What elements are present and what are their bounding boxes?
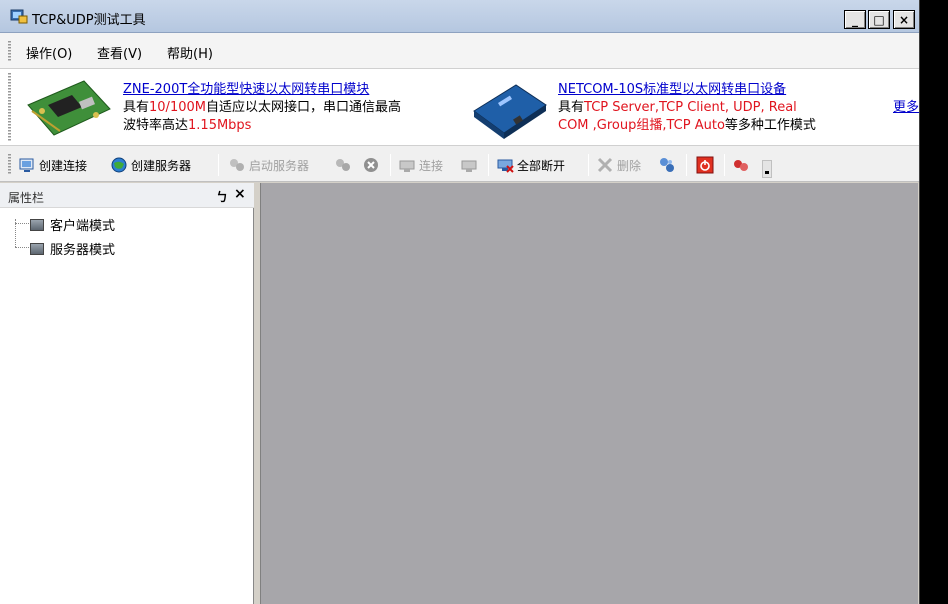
ad1-line2-highlight: 1.15Mbps [188, 118, 252, 133]
delete-icon [597, 157, 613, 173]
connect-label: 连接 [419, 158, 444, 173]
toolbar-grip[interactable] [8, 154, 11, 174]
ad1-line1-highlight: 10/100M [149, 100, 206, 115]
create-connection-button[interactable]: 创建连接 [18, 155, 87, 175]
disconnect-all-button[interactable]: 全部断开 [496, 155, 565, 175]
title-bar[interactable]: TCP&UDP测试工具 _ □ × [0, 0, 919, 33]
tree-node-label: 服务器模式 [50, 243, 116, 258]
pin-icon[interactable]: ㄅ [216, 188, 228, 205]
stop-server-icon[interactable] [334, 156, 352, 174]
mdi-content-area[interactable] [260, 183, 918, 604]
minimize-button[interactable]: _ [844, 10, 866, 29]
ad-banner: ZNE-200T全功能型快速以太网转串口模块 具有10/100M自适应以太网接口… [0, 69, 919, 146]
start-server-button[interactable]: 启动服务器 [228, 155, 309, 175]
toolbar-separator [488, 154, 489, 176]
create-server-button[interactable]: 创建服务器 [110, 155, 191, 175]
ad1-line2-prefix: 波特率高达 [123, 118, 189, 133]
ad2-line2-suffix: 等多种工作模式 [724, 118, 816, 133]
app-window: TCP&UDP测试工具 _ □ × 操作(O) 查看(V) 帮助(H) ZNE-… [0, 0, 920, 604]
close-circle-icon[interactable] [362, 156, 380, 174]
connect-button[interactable]: 连接 [398, 155, 443, 175]
menu-view[interactable]: 查看(V) [95, 43, 144, 62]
delete-button[interactable]: 删除 [596, 155, 641, 175]
tree-node-client-mode[interactable]: 客户端模式 [14, 215, 115, 234]
start-server-icon [230, 159, 244, 171]
connect-icon [399, 160, 415, 172]
ad1-link[interactable]: ZNE-200T全功能型快速以太网转串口模块 [123, 82, 369, 97]
properties-close-icon[interactable]: × [234, 186, 246, 202]
properties-title: 属性栏 [8, 191, 45, 205]
tree-node-server-mode[interactable]: 服务器模式 [14, 239, 115, 258]
ad1-line1-prefix: 具有 [123, 100, 150, 115]
properties-pane: 属性栏 ㄅ × 客户端模式 服务器模式 [0, 183, 254, 604]
ad2-line1-highlight: TCP Server,TCP Client, UDP, Real [584, 100, 797, 115]
toolbar: 创建连接 创建服务器 启动服务器 连接 全部断开 删除 [0, 146, 919, 182]
create-server-label: 创建服务器 [131, 158, 192, 173]
menu-bar: 操作(O) 查看(V) 帮助(H) [0, 33, 919, 69]
toolbar-overflow-chevron[interactable] [762, 160, 772, 178]
start-server-label: 启动服务器 [249, 158, 310, 173]
disconnect-all-icon [497, 159, 514, 173]
toolbar-separator [588, 154, 589, 176]
computer-icon [30, 218, 44, 231]
create-connection-label: 创建连接 [39, 158, 88, 173]
globe-server-icon [111, 157, 127, 173]
screen-background [920, 0, 948, 604]
window-title: TCP&UDP测试工具 [32, 13, 146, 28]
circuit-board-image[interactable] [20, 75, 114, 141]
close-button[interactable]: × [893, 10, 915, 29]
disconnect-icon[interactable] [460, 156, 478, 174]
delete-label: 删除 [617, 158, 642, 173]
maximize-button[interactable]: □ [868, 10, 890, 29]
toolbar-separator [686, 154, 687, 176]
power-icon[interactable] [696, 156, 714, 174]
menu-grip[interactable] [8, 41, 11, 61]
computer-icon [30, 242, 44, 255]
ad2-link[interactable]: NETCOM-10S标准型以太网转串口设备 [558, 82, 786, 97]
ad2-text: NETCOM-10S标准型以太网转串口设备 具有TCP Server,TCP C… [558, 81, 816, 135]
serial-server-device-image[interactable] [470, 75, 550, 141]
ad2-line2-highlight: COM ,Group组播,TCP Auto [558, 118, 725, 133]
ad2-line1-prefix: 具有 [558, 100, 585, 115]
menu-operate[interactable]: 操作(O) [24, 43, 74, 62]
menu-help[interactable]: 帮助(H) [165, 43, 215, 62]
help-icon[interactable] [732, 156, 750, 174]
toolbar-separator [724, 154, 725, 176]
disconnect-all-label: 全部断开 [517, 158, 566, 173]
ad1-line1-suffix: 自适应以太网接口，串口通信最高 [205, 100, 401, 115]
toolbar-separator [218, 154, 219, 176]
banner-grip[interactable] [8, 73, 11, 141]
ad1-text: ZNE-200T全功能型快速以太网转串口模块 具有10/100M自适应以太网接口… [123, 81, 401, 135]
tree-node-label: 客户端模式 [50, 219, 116, 234]
properties-header: 属性栏 ㄅ × [0, 183, 254, 208]
more-link[interactable]: 更多 [893, 99, 919, 117]
create-connection-icon [19, 158, 34, 172]
toolbar-separator [390, 154, 391, 176]
app-icon [10, 9, 28, 24]
settings-icon[interactable] [658, 156, 676, 174]
